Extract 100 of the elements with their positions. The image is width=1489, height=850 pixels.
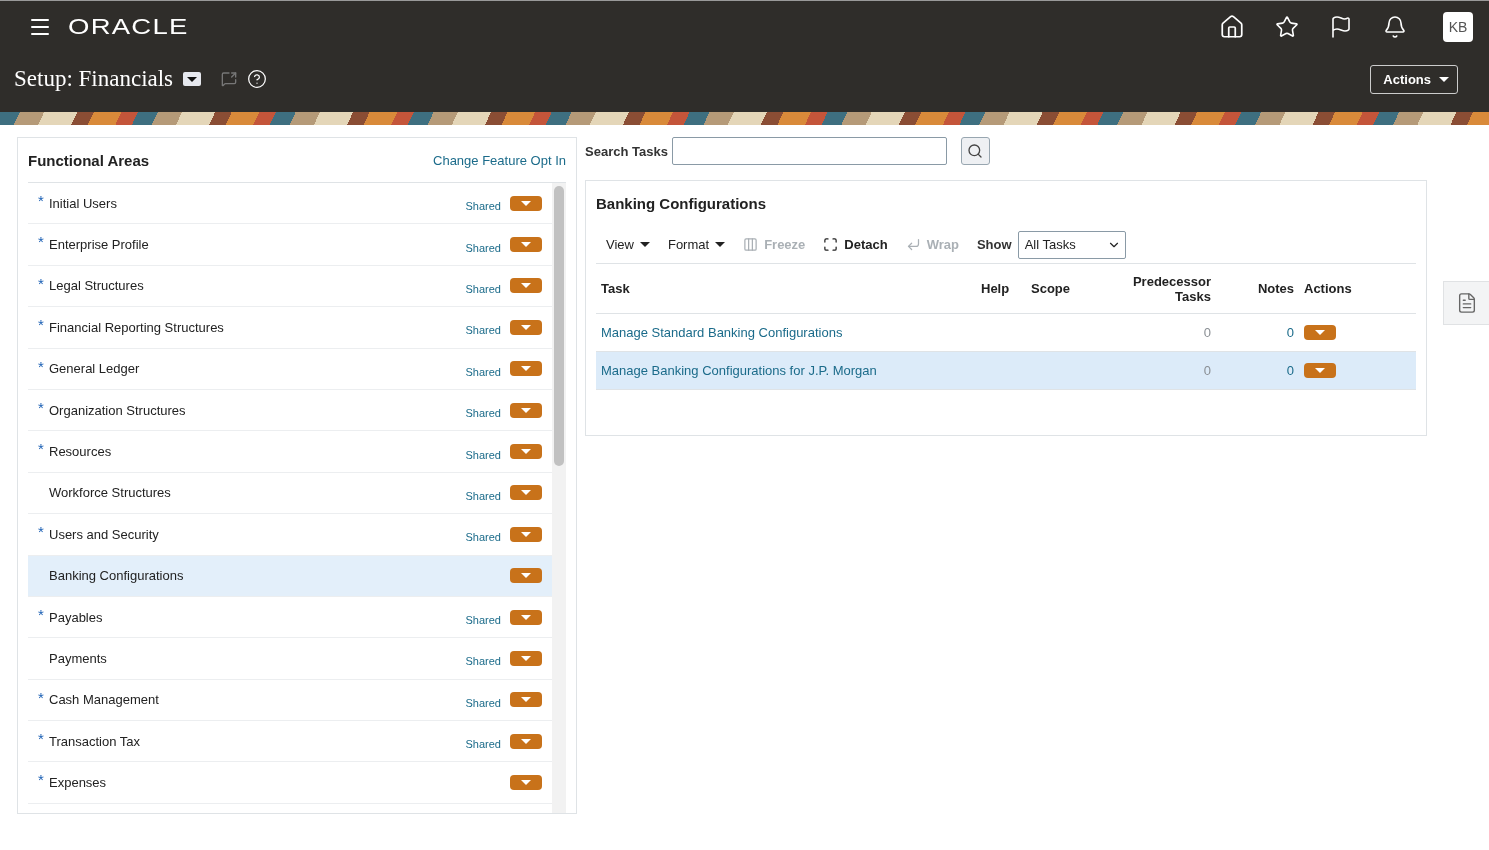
row-actions-button[interactable] [510, 444, 542, 460]
column-header: Task [600, 281, 631, 296]
scope-label: Shared [465, 282, 501, 295]
favorites-button[interactable] [1275, 15, 1299, 39]
functional-area-label: Legal Structures [49, 278, 145, 294]
functional-area-label: Banking Configurations [49, 568, 185, 584]
toolbar-button[interactable]: Format [667, 237, 726, 252]
row-actions-button[interactable] [510, 485, 542, 501]
scope-label: Shared [465, 324, 501, 337]
row-actions-button[interactable] [1304, 363, 1336, 378]
search-field[interactable] [671, 137, 947, 165]
functional-area-label: Cash Management [49, 692, 160, 708]
functional-area-row[interactable]: Banking Configurations [28, 555, 552, 597]
notifications-button[interactable] [1383, 15, 1407, 39]
row-actions-button[interactable] [510, 195, 542, 211]
row-actions-button[interactable] [510, 651, 542, 666]
scope-label: Shared [465, 531, 501, 544]
toolbar-button[interactable]: View [606, 237, 650, 252]
home-icon [1219, 14, 1245, 40]
scrollbar[interactable] [552, 183, 566, 813]
required-marker: * [38, 523, 45, 541]
search-label: Search Tasks [585, 143, 668, 159]
predecessor-count: 0 [1202, 363, 1212, 378]
functional-area-label: Payables [49, 609, 104, 625]
scope-label: Shared [465, 241, 501, 254]
row-actions-button[interactable] [510, 609, 542, 625]
column-header: Help [980, 281, 1011, 296]
row-actions-button[interactable] [510, 237, 542, 253]
predecessor-count: 0 [1202, 325, 1212, 340]
page-title: Setup: Financials [14, 66, 174, 92]
toolbar-button[interactable]: Detach [823, 237, 888, 252]
logo: ORACLE [68, 14, 189, 40]
required-marker: * [38, 316, 45, 334]
contextual-icon[interactable] [221, 71, 238, 87]
scope-label: Shared [465, 407, 501, 420]
home-button[interactable] [1219, 14, 1245, 40]
functional-area-label: Financial Reporting Structures [49, 319, 225, 335]
notes-link[interactable]: 0 [1216, 325, 1299, 340]
show-label: Show [976, 237, 1012, 252]
row-actions-button[interactable] [510, 775, 542, 791]
required-marker: * [38, 771, 45, 789]
task-link[interactable]: Manage Standard Banking Configurations [596, 325, 976, 340]
help-button[interactable] [247, 69, 268, 89]
notes-link[interactable]: 0 [1216, 363, 1299, 378]
column-header: Actions [1303, 281, 1353, 296]
task-row[interactable]: Manage Banking Configurations for J.P. Morgan 0 0 [596, 352, 1416, 390]
user-avatar[interactable]: KB [1443, 12, 1473, 42]
search-button[interactable] [960, 137, 990, 165]
functional-area-label: Initial Users [49, 195, 118, 211]
row-actions-button[interactable] [510, 526, 542, 542]
columns-icon [743, 237, 759, 252]
side-panel-button[interactable] [1443, 281, 1489, 325]
row-actions-button[interactable] [510, 568, 542, 584]
row-actions-button[interactable] [510, 402, 542, 418]
scope-label: Shared [465, 696, 501, 709]
task-link[interactable]: Manage Banking Configurations for J.P. Morgan [596, 363, 976, 378]
scope-label: Shared [465, 614, 501, 627]
scope-label: Shared [465, 489, 501, 502]
title-dropdown-button[interactable] [183, 72, 202, 86]
row-actions-button[interactable] [1304, 325, 1336, 340]
scope-label: Shared [465, 365, 501, 378]
change-feature-link[interactable]: Change Feature Opt In [433, 152, 566, 168]
required-marker: * [38, 192, 45, 209]
detach-icon [823, 237, 839, 252]
panel-title: Functional Areas [28, 151, 150, 169]
wrap-arrow-icon [905, 237, 921, 252]
functional-area-label: Workforce Structures [49, 485, 172, 501]
required-marker: * [38, 730, 45, 748]
row-actions-button[interactable] [510, 278, 542, 294]
functional-area-label: Transaction Tax [49, 733, 142, 749]
required-marker: * [38, 688, 45, 706]
column-header: Notes [1256, 281, 1295, 296]
star-icon [1275, 15, 1299, 39]
search-icon [967, 143, 984, 159]
row-actions-button[interactable] [510, 733, 542, 749]
card-title: Banking Configurations [596, 195, 766, 212]
scope-label: Shared [465, 448, 501, 461]
show-select[interactable]: All Tasks [1017, 230, 1126, 259]
message-share-icon [221, 71, 238, 87]
required-marker: * [38, 398, 45, 416]
column-header: Scope [1030, 281, 1071, 296]
row-actions-button[interactable] [510, 361, 542, 377]
row-actions-button[interactable] [510, 319, 542, 335]
scope-label: Shared [465, 200, 501, 213]
column-header: Predecessor Tasks [1131, 273, 1212, 304]
bell-icon [1383, 15, 1407, 39]
required-marker: * [38, 274, 45, 292]
functional-area-label: Resources [49, 444, 113, 460]
scope-label: Shared [465, 738, 501, 751]
scope-label: Shared [465, 655, 501, 668]
functional-area-label: General Ledger [49, 361, 141, 377]
functional-area-label: Users and Security [49, 526, 160, 542]
flag-button[interactable] [1329, 15, 1353, 39]
functional-area-label: Payments [49, 651, 108, 666]
required-marker: * [38, 233, 45, 251]
functional-area-label: Enterprise Profile [49, 237, 150, 253]
functional-area-label: Expenses [49, 775, 108, 791]
row-actions-button[interactable] [510, 692, 542, 708]
functional-area-label: Organization Structures [49, 402, 187, 418]
actions-button[interactable]: Actions [1370, 64, 1458, 94]
